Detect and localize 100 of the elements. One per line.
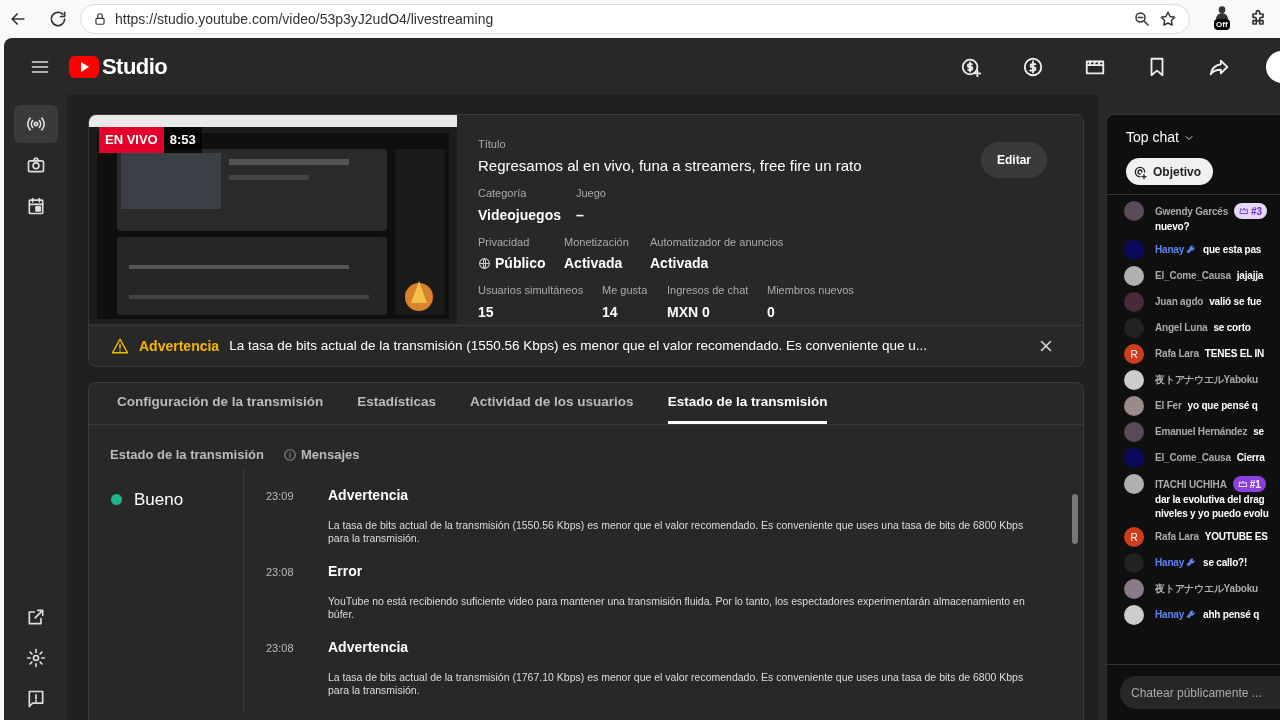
chat-input[interactable]: Chatear públicamente ...	[1120, 676, 1280, 709]
field-label: Me gusta	[602, 283, 649, 298]
field-label: Privacidad	[478, 234, 531, 250]
chat-author: 夜トアナウエルYaboku	[1155, 582, 1258, 596]
tab[interactable]: Configuración de la transmisión	[117, 383, 324, 424]
chat-author: El_Come_Causa	[1155, 269, 1231, 283]
url-text: https://studio.youtube.com/video/53p3yJ2udO4/livestreaming	[115, 9, 495, 29]
nav-item[interactable]	[13, 105, 58, 143]
field-value: Activada	[564, 254, 623, 273]
avatar	[1124, 474, 1144, 494]
crown-icon	[1237, 479, 1248, 489]
avatar	[1124, 292, 1144, 312]
stream-title: Regresamos al en vivo, funa a streamers, free fire un rato	[478, 155, 862, 176]
wrench-icon	[1185, 243, 1197, 256]
goal-button[interactable]: Objetivo	[1126, 158, 1213, 185]
field-value: Activada	[650, 254, 709, 273]
field-value: 14	[602, 302, 618, 322]
tab[interactable]: Estadísticas	[357, 383, 437, 424]
chat-author: El Fer	[1155, 399, 1182, 413]
message-title: Error	[328, 561, 364, 581]
avatar	[1124, 396, 1144, 416]
chat-author: Rafa Lara	[1155, 347, 1199, 361]
elapsed-time: 8:53	[163, 127, 202, 153]
field-value: Público	[495, 254, 546, 273]
tab[interactable]: Estado de la transmisión	[667, 383, 828, 424]
extension-badge: Off	[1214, 19, 1230, 30]
star-icon[interactable]	[1159, 10, 1177, 28]
chat-message: se callo?!	[1203, 556, 1248, 570]
studio-logo[interactable]: Studio	[69, 50, 168, 83]
message-body: YouTube no está recibiendo suficiente video para mantener una transmisión fluida. Por lo tanto, los espectadores experimentarán almacenamiento en búfer.	[328, 594, 1026, 621]
live-badge: EN VIVO	[99, 127, 164, 153]
avatar	[1124, 605, 1144, 625]
message-title: Advertencia	[328, 637, 410, 657]
field-value: –	[576, 205, 584, 225]
field-value: MXN 0	[667, 302, 710, 322]
avatar	[1124, 448, 1144, 468]
chat-message: TENES EL IN	[1204, 347, 1265, 361]
message-time: 23:08	[265, 564, 295, 580]
avatar	[1124, 579, 1144, 599]
field-label: Juego	[576, 186, 607, 201]
avatar	[1124, 240, 1144, 260]
chat-message: YOUTUBE ES	[1204, 530, 1268, 544]
message-title: Advertencia	[328, 485, 410, 505]
chat-author: Hanay	[1155, 608, 1184, 622]
dollar-icon[interactable]	[1022, 55, 1044, 78]
zoom-out-icon[interactable]	[1133, 10, 1151, 28]
member-badge: #1	[1232, 476, 1266, 492]
chat-message: se corto	[1213, 321, 1251, 335]
crown-icon	[1239, 206, 1249, 216]
address-bar[interactable]: https://studio.youtube.com/video/53p3yJ2udO4/livestreaming	[80, 4, 1190, 34]
field-label: Categoría	[478, 186, 528, 201]
reload-icon[interactable]	[48, 9, 68, 29]
field-label: Miembros nuevos	[767, 283, 855, 298]
settings-icon	[25, 648, 46, 668]
chat-author: Emanuel Hernández	[1155, 425, 1248, 439]
avatar: R	[1124, 527, 1144, 547]
chat-author: Juan agdo	[1155, 295, 1204, 309]
field-label: Usuarios simultáneos	[478, 283, 585, 298]
chat-author: Hanay	[1155, 556, 1184, 570]
avatar: R	[1124, 344, 1144, 364]
globe-icon	[478, 257, 491, 270]
field-value: 0	[767, 302, 775, 322]
message-body: La tasa de bits actual de la transmisión (1767.10 Kbps) es menor que el valor recomendado. Es conveniente que uses una tasa de bits de 6800 Kbps para la transmisión.	[328, 670, 1025, 697]
chat-message: nuevo?	[1155, 220, 1191, 234]
chat-author: Rafa Lara	[1155, 530, 1199, 544]
message-time: 23:09	[265, 488, 295, 504]
chat-mode-dropdown[interactable]: Top chat	[1126, 127, 1195, 148]
avatar	[1124, 422, 1144, 442]
chat-message: Cierra	[1236, 451, 1265, 465]
lock-icon	[93, 12, 107, 26]
field-label: Monetización	[564, 234, 630, 250]
status-value: Bueno	[134, 488, 184, 511]
info-icon	[283, 447, 297, 462]
chat-message: dar la evolutiva del drag niveles y yo puedo evolu	[1155, 493, 1269, 521]
wrench-icon	[1185, 556, 1197, 569]
chat-author: Gwendy Garcés	[1155, 204, 1228, 219]
member-badge: #3	[1234, 203, 1268, 219]
warning-icon	[111, 337, 129, 355]
chat-message: que esta pas	[1203, 243, 1262, 257]
message-body: La tasa de bits actual de la transmisión (1550.56 Kbps) es menor que el valor recomendado. Es conveniente que uses una tasa de bits de 6800 Kbps para la transmisión.	[328, 518, 1025, 545]
tab[interactable]: Actividad de los usuarios	[470, 383, 634, 424]
chat-message: valió se fue	[1209, 295, 1262, 309]
person-icon	[1214, 5, 1230, 21]
field-label: Título	[478, 137, 507, 152]
chat-message: se	[1253, 425, 1264, 439]
chat-author: 夜トアナウエルYaboku	[1155, 373, 1258, 387]
chat-author: Hanay	[1155, 243, 1184, 257]
chat-message: yo que pensé q	[1187, 399, 1258, 413]
live-icon	[25, 114, 46, 134]
column-heading: Estado de la transmisión	[110, 446, 264, 464]
avatar	[1124, 201, 1144, 221]
message-time: 23:08	[265, 640, 295, 656]
edit-button[interactable]: Editar	[981, 142, 1047, 178]
column-heading: Mensajes	[301, 446, 360, 464]
camera-icon	[25, 155, 46, 175]
chat-message: jajajja	[1236, 269, 1264, 283]
field-label: Automatizador de anuncios	[650, 234, 785, 250]
chat-author: Angel Luna	[1155, 321, 1208, 335]
chat-author: ITACHI UCHIHA	[1155, 477, 1227, 492]
extension-button[interactable]: Off	[1210, 5, 1236, 33]
